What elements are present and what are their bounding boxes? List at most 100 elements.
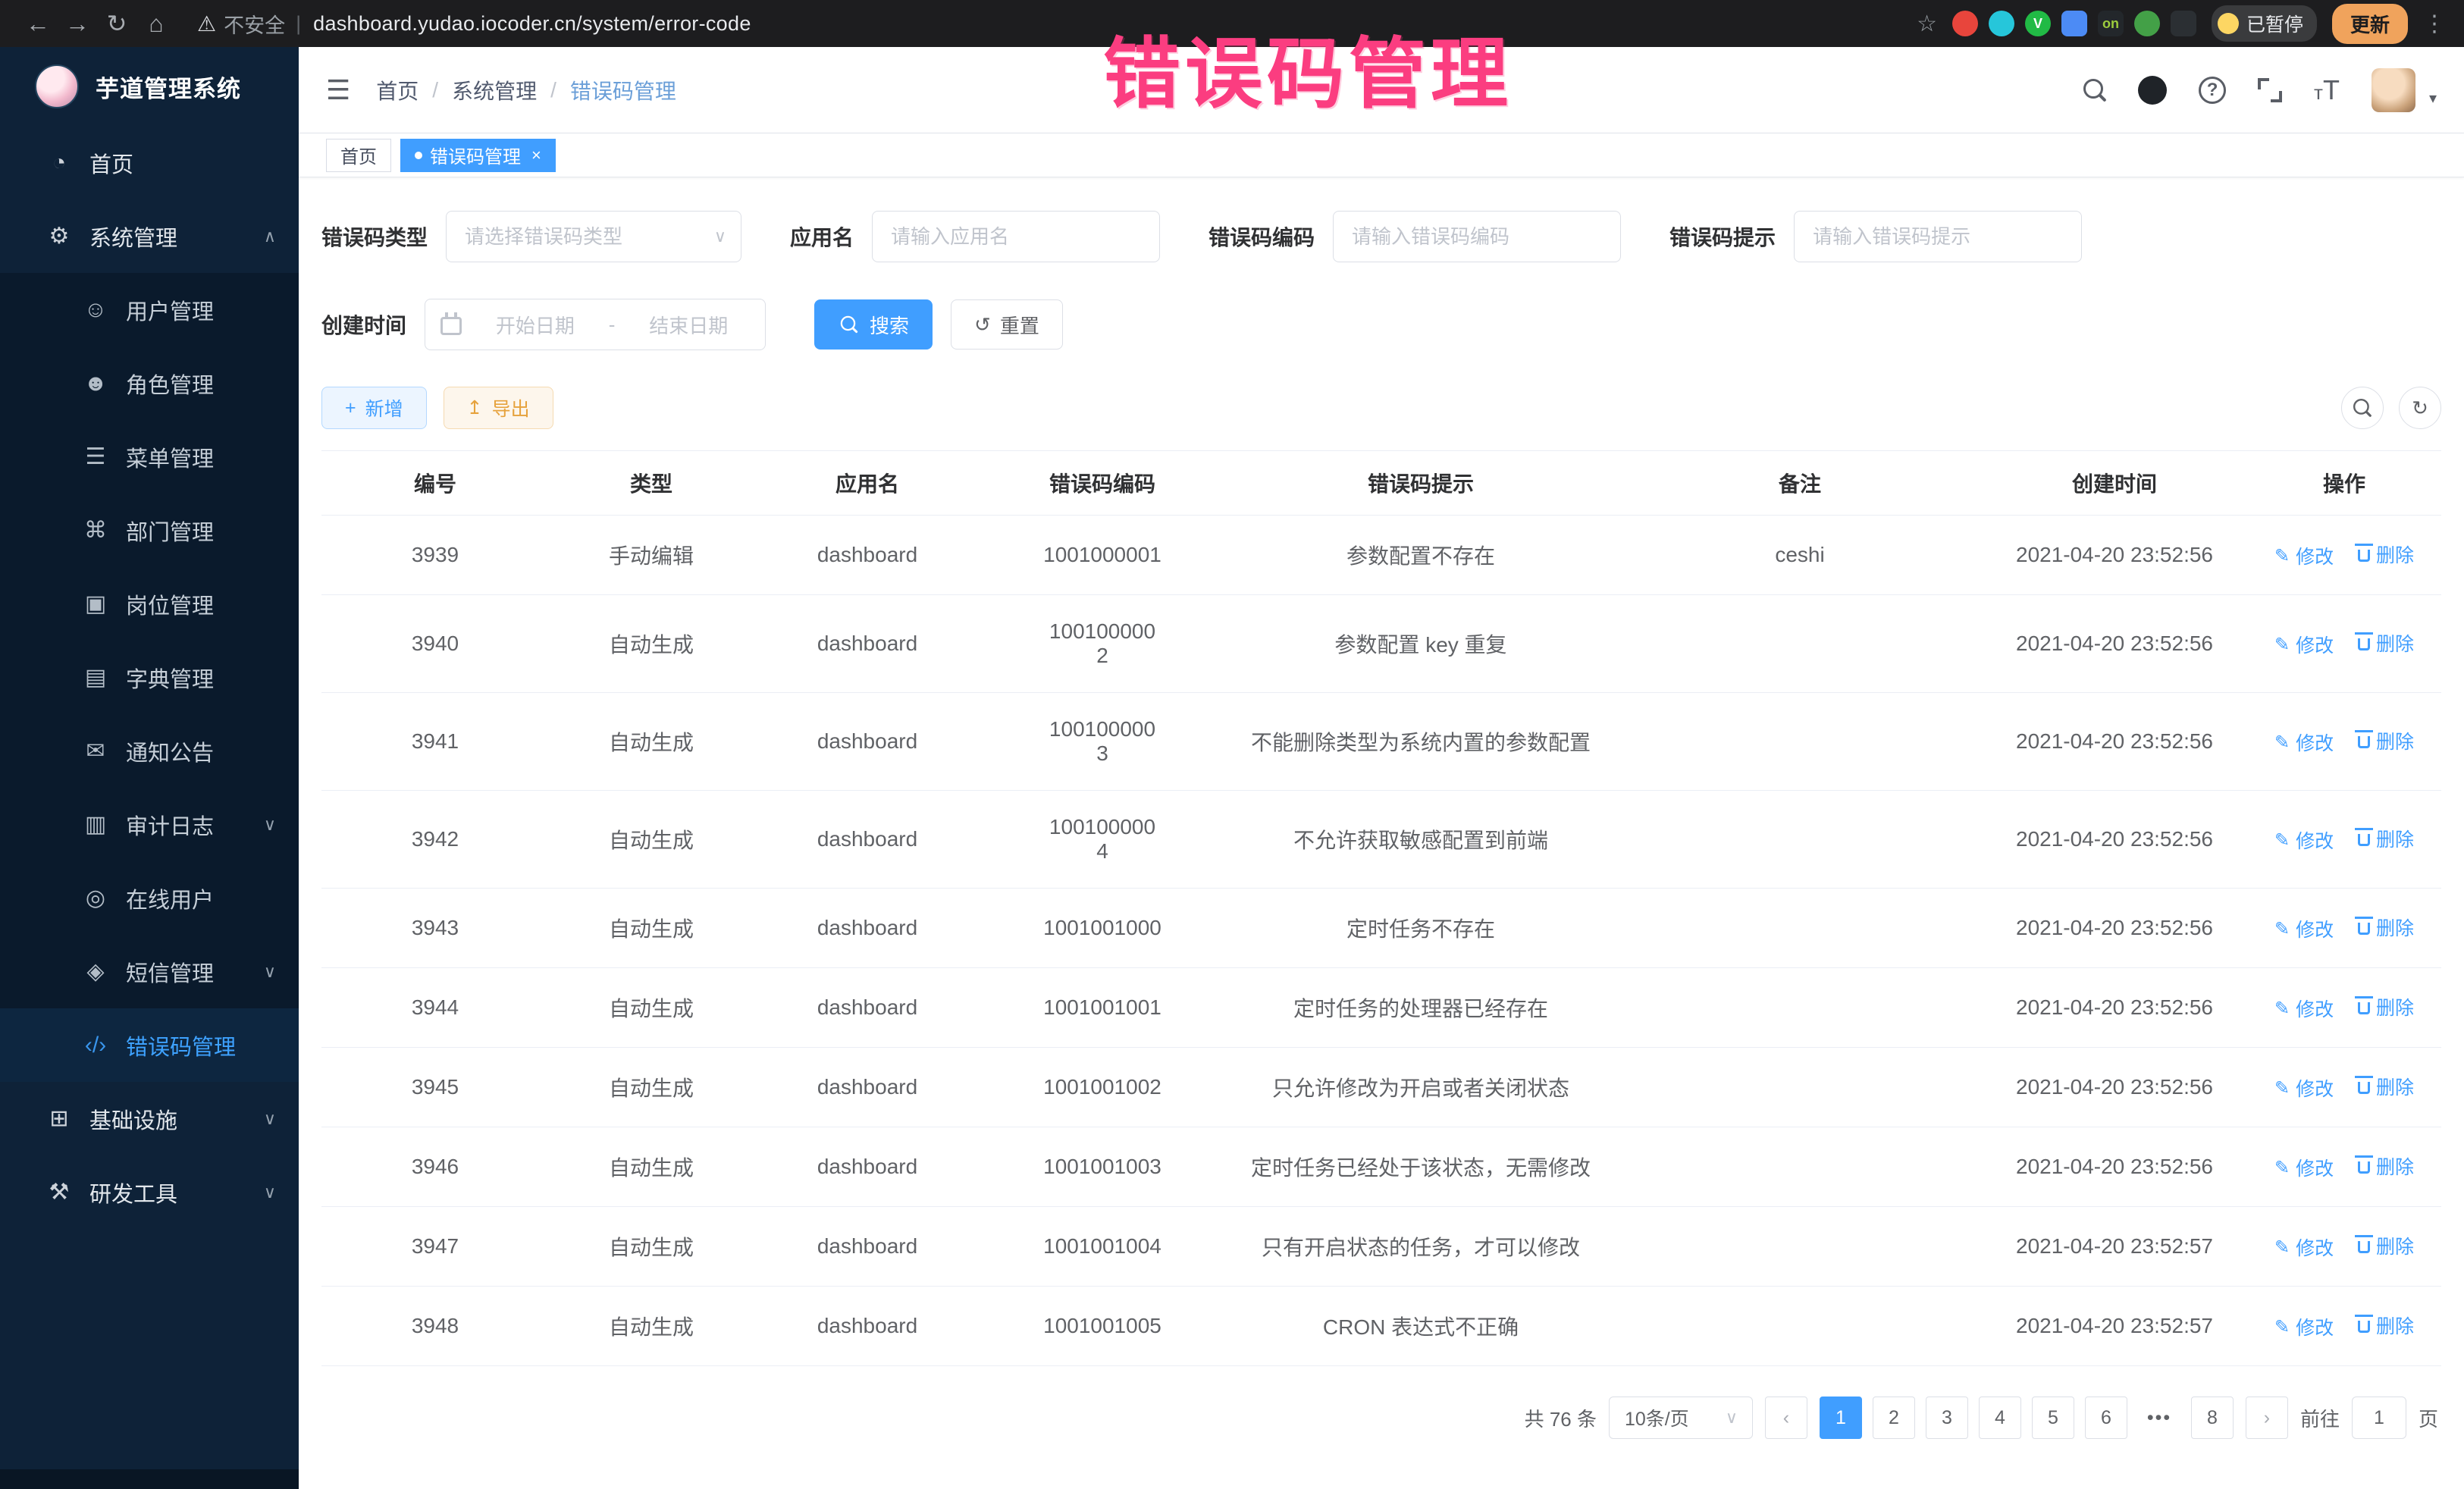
hamburger-icon[interactable]: ☰: [326, 74, 350, 106]
page-button-3[interactable]: 3: [1926, 1397, 1968, 1439]
browser-menu-icon[interactable]: ⋮: [2423, 11, 2446, 37]
sidebar-item-dict[interactable]: ▤字典管理: [0, 641, 299, 714]
edit-link[interactable]: ✎修改: [2274, 631, 2334, 658]
extension-puzzle-icon[interactable]: [2171, 11, 2196, 36]
column-header: 操作: [2247, 451, 2441, 516]
filter-msg-label: 错误码提示: [1669, 221, 1776, 252]
page-button-8[interactable]: 8: [2191, 1397, 2234, 1439]
table-row: 3941 自动生成 dashboard 100100000 3 不能删除类型为系…: [321, 693, 2441, 791]
sidebar-item-post[interactable]: ▣岗位管理: [0, 567, 299, 641]
delete-link[interactable]: 删除: [2358, 825, 2414, 852]
paused-badge[interactable]: 已暂停: [2212, 5, 2317, 42]
page-button-4[interactable]: 4: [1979, 1397, 2021, 1439]
edit-link[interactable]: ✎修改: [2274, 915, 2334, 942]
goto-page-input[interactable]: [2352, 1397, 2406, 1439]
sidebar-item-online-user[interactable]: ◎在线用户: [0, 861, 299, 935]
cell-time: 2021-04-20 23:52:56: [1982, 595, 2247, 693]
extension-green-v-icon[interactable]: V: [2025, 11, 2051, 36]
address-bar[interactable]: ⚠ 不安全 | dashboard.yudao.iocoder.cn/syste…: [197, 9, 1917, 39]
app-logo[interactable]: 芋道管理系统: [0, 47, 299, 126]
github-icon[interactable]: [2138, 76, 2167, 105]
toggle-search-button[interactable]: [2341, 387, 2384, 429]
next-page-button[interactable]: ›: [2246, 1397, 2288, 1439]
search-icon[interactable]: [2083, 79, 2106, 102]
fullscreen-icon[interactable]: [2258, 78, 2282, 102]
edit-link[interactable]: ✎修改: [2274, 1074, 2334, 1102]
error-code-input[interactable]: [1333, 211, 1621, 262]
page-button-1[interactable]: 1: [1820, 1397, 1862, 1439]
extension-on-badge-icon[interactable]: on: [2098, 11, 2124, 36]
edit-link[interactable]: ✎修改: [2274, 1234, 2334, 1261]
error-msg-input[interactable]: [1794, 211, 2082, 262]
extension-teal-drop-icon[interactable]: [1989, 11, 2014, 36]
error-type-select[interactable]: [446, 211, 741, 262]
sidebar-item-menu[interactable]: ☰菜单管理: [0, 420, 299, 494]
page-button-5[interactable]: 5: [2032, 1397, 2074, 1439]
user-avatar[interactable]: [2372, 68, 2415, 112]
close-icon[interactable]: ×: [531, 146, 541, 165]
cell-actions: ✎修改 删除: [2247, 1287, 2441, 1366]
breadcrumb-item[interactable]: 错误码管理: [570, 75, 676, 105]
browser-home-icon[interactable]: ⌂: [136, 10, 176, 38]
page-button-2[interactable]: 2: [1873, 1397, 1915, 1439]
delete-link[interactable]: 删除: [2358, 1232, 2414, 1259]
edit-icon: ✎: [2274, 1077, 2290, 1099]
sidebar-item-system[interactable]: ⚙系统管理∧: [0, 199, 299, 273]
date-range-picker[interactable]: 开始日期 - 结束日期: [425, 299, 766, 350]
delete-link[interactable]: 删除: [2358, 1312, 2414, 1339]
cell-code: 1001001003: [981, 1127, 1224, 1207]
reset-button[interactable]: ↺ 重置: [951, 299, 1063, 350]
help-icon[interactable]: [2199, 77, 2226, 104]
sidebar-item-infra[interactable]: ⊞基础设施∨: [0, 1082, 299, 1155]
sidebar-item-dept[interactable]: ⌘部门管理: [0, 494, 299, 567]
breadcrumb-item[interactable]: 系统管理: [452, 75, 537, 105]
breadcrumb-item[interactable]: 首页: [376, 75, 419, 105]
sidebar-item-home[interactable]: ◔首页: [0, 126, 299, 199]
sidebar-item-error-code[interactable]: ‹/›错误码管理: [0, 1008, 299, 1082]
extension-green-paw-icon[interactable]: [2134, 11, 2160, 36]
export-button[interactable]: ↥ 导出: [444, 387, 553, 429]
column-header: 错误码编码: [981, 451, 1224, 516]
edit-link[interactable]: ✎修改: [2274, 826, 2334, 854]
refresh-button[interactable]: ↻: [2399, 387, 2441, 429]
tab-错误码管理[interactable]: 错误码管理×: [400, 139, 556, 172]
sidebar-item-notice[interactable]: ✉通知公告: [0, 714, 299, 788]
avatar-caret-icon[interactable]: ▾: [2429, 89, 2437, 108]
page-button-6[interactable]: 6: [2085, 1397, 2127, 1439]
forward-icon[interactable]: →: [58, 10, 97, 38]
extension-blue-grid-icon[interactable]: [2061, 11, 2087, 36]
add-button[interactable]: + 新增: [321, 387, 427, 429]
delete-link[interactable]: 删除: [2358, 629, 2414, 657]
edit-link[interactable]: ✎修改: [2274, 1313, 2334, 1340]
search-button[interactable]: 搜索: [814, 299, 933, 350]
cell-actions: ✎修改 删除: [2247, 791, 2441, 889]
edit-link[interactable]: ✎修改: [2274, 995, 2334, 1022]
app-name-input[interactable]: [872, 211, 1160, 262]
tab-首页[interactable]: 首页: [326, 139, 391, 172]
extension-red-circle-icon[interactable]: [1952, 11, 1978, 36]
edit-link[interactable]: ✎修改: [2274, 542, 2334, 569]
delete-link[interactable]: 删除: [2358, 1073, 2414, 1100]
bookmark-star-icon[interactable]: ☆: [1917, 11, 1937, 37]
sidebar-item-sms[interactable]: ◈短信管理∨: [0, 935, 299, 1008]
sidebar-item-user[interactable]: ☺用户管理: [0, 273, 299, 346]
delete-link[interactable]: 删除: [2358, 541, 2414, 568]
cell-type: 手动编辑: [549, 516, 754, 595]
delete-link[interactable]: 删除: [2358, 727, 2414, 754]
font-size-icon[interactable]: [2314, 74, 2340, 106]
reload-icon[interactable]: ↻: [97, 9, 136, 38]
delete-link[interactable]: 删除: [2358, 993, 2414, 1020]
delete-link[interactable]: 删除: [2358, 1152, 2414, 1180]
sidebar-item-devtools[interactable]: ⚒研发工具∨: [0, 1155, 299, 1229]
page-button-ellipsis[interactable]: •••: [2138, 1397, 2180, 1439]
page-size-select[interactable]: [1609, 1397, 1753, 1439]
delete-link[interactable]: 删除: [2358, 914, 2414, 941]
prev-page-button[interactable]: ‹: [1765, 1397, 1807, 1439]
edit-link[interactable]: ✎修改: [2274, 1154, 2334, 1181]
edit-link[interactable]: ✎修改: [2274, 729, 2334, 756]
update-button[interactable]: 更新: [2332, 4, 2408, 44]
annotation-overlay-text: 错误码管理: [1103, 12, 1513, 124]
back-icon[interactable]: ←: [18, 10, 58, 38]
sidebar-item-audit-log[interactable]: ▥审计日志∨: [0, 788, 299, 861]
sidebar-item-role[interactable]: ☻角色管理: [0, 346, 299, 420]
